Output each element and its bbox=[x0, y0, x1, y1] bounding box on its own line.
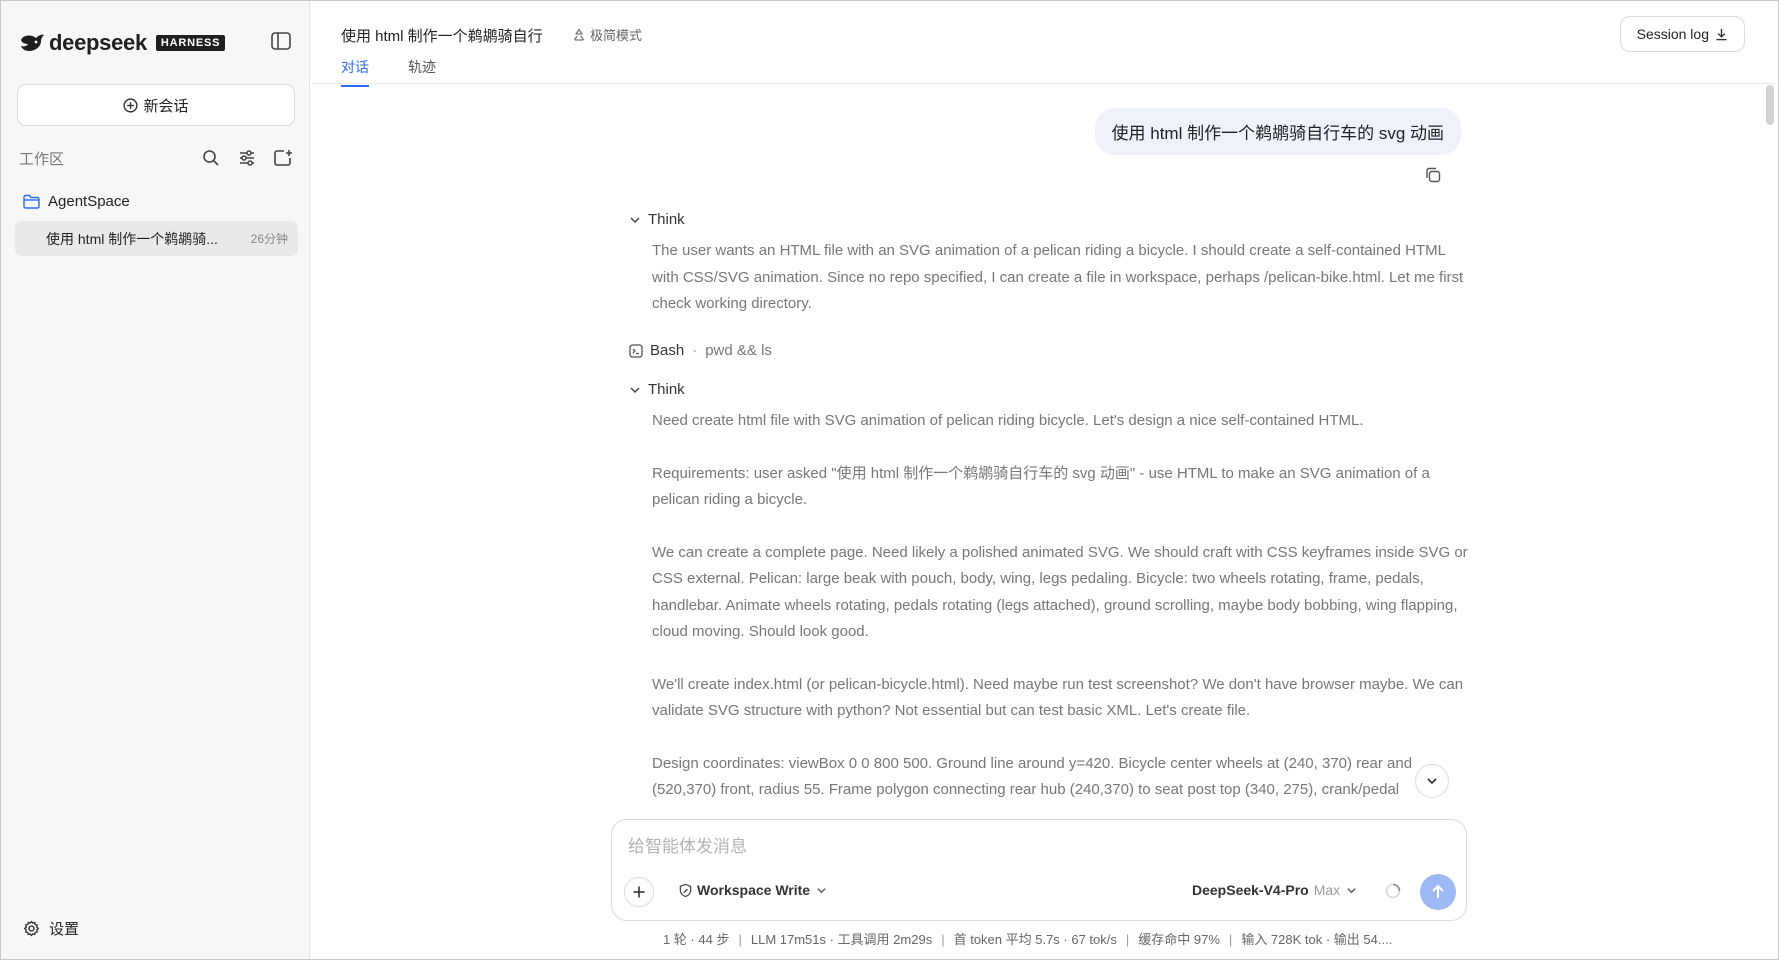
new-chat-button[interactable]: 新会话 bbox=[17, 84, 295, 126]
page-title: 使用 html 制作一个鹈鹕骑自行 bbox=[341, 28, 543, 45]
stat-llm-time: LLM 17m51s · 工具调用 2m29s bbox=[750, 932, 933, 947]
separator: | bbox=[941, 932, 945, 947]
top-header: 使用 html 制作一个鹈鹕骑自行 极简模式 对话 轨迹 Session log bbox=[311, 1, 1777, 87]
stat-cache-hit: 缓存命中 97% bbox=[1138, 932, 1220, 947]
attach-button[interactable] bbox=[624, 877, 654, 907]
session-item[interactable]: 使用 html 制作一个鹈鹕骑... 26分钟 bbox=[15, 221, 298, 256]
think-label: Think bbox=[648, 211, 685, 228]
download-icon bbox=[1716, 28, 1727, 40]
chevron-down-icon bbox=[1427, 778, 1437, 785]
workspace-folder-agentspace[interactable]: AgentSpace bbox=[23, 189, 130, 213]
model-select[interactable]: DeepSeek-V4-Pro Max bbox=[1192, 882, 1357, 898]
session-time: 26分钟 bbox=[250, 232, 288, 246]
chevron-down-icon bbox=[630, 216, 640, 223]
settings-label: 设置 bbox=[49, 920, 80, 938]
think-paragraph: Need create html file with SVG animation… bbox=[652, 412, 1364, 429]
session-stats: 1 轮 · 44 步 | LLM 17m51s · 工具调用 2m29s | 首 tok… bbox=[663, 929, 1392, 948]
user-message: 使用 html 制作一个鹈鹕骑自行车的 svg 动画 bbox=[1094, 108, 1461, 155]
think-toggle[interactable]: Think bbox=[629, 211, 685, 228]
copy-icon[interactable] bbox=[1424, 166, 1442, 189]
plus-icon bbox=[633, 886, 645, 898]
plus-circle-icon bbox=[123, 97, 139, 113]
separator: | bbox=[738, 932, 742, 947]
shield-edit-icon bbox=[679, 883, 692, 897]
conversation-pane: 使用 html 制作一个鹈鹕骑自行车的 svg 动画 Think The use… bbox=[311, 85, 1763, 819]
permission-select[interactable]: Workspace Write bbox=[678, 882, 827, 898]
brand-name: deepseek bbox=[49, 30, 147, 55]
recycle-icon bbox=[573, 28, 585, 41]
chevron-down-icon bbox=[817, 887, 826, 893]
session-log-label: Session log bbox=[1636, 26, 1709, 42]
message-input[interactable] bbox=[628, 834, 1448, 860]
session-title: 使用 html 制作一个鹈鹕骑... bbox=[46, 230, 218, 247]
stat-tokens: 输入 728K tok · 输出 54.... bbox=[1241, 932, 1393, 947]
tab-conversation[interactable]: 对话 bbox=[341, 57, 369, 87]
folder-label: AgentSpace bbox=[48, 192, 130, 210]
settings-button[interactable]: 设置 bbox=[23, 917, 79, 939]
think-paragraph: Requirements: user asked "使用 html 制作一个鹈鹕… bbox=[652, 464, 1430, 509]
think-content: Need create html file with SVG animation… bbox=[652, 408, 1472, 819]
think-paragraph: Design coordinates: viewBox 0 0 800 500.… bbox=[652, 754, 1413, 799]
gear-icon bbox=[23, 920, 40, 936]
separator: | bbox=[1125, 932, 1130, 947]
new-folder-icon[interactable] bbox=[272, 147, 294, 169]
stat-first-token: 首 token 平均 5.7s · 67 tok/s bbox=[953, 932, 1117, 947]
think-toggle[interactable]: Think bbox=[629, 381, 685, 398]
filter-sliders-icon[interactable] bbox=[236, 147, 258, 169]
brand-logo: deepseek HARNESS bbox=[19, 29, 226, 57]
message-composer: Workspace Write DeepSeek-V4-Pro Max bbox=[611, 819, 1467, 921]
workspace-header: 工作区 bbox=[19, 147, 294, 169]
think-paragraph: We can create a complete page. Need like… bbox=[652, 543, 1468, 641]
mode-label: 极简模式 bbox=[590, 28, 643, 43]
folder-icon bbox=[23, 194, 40, 209]
loading-spinner-icon bbox=[1384, 882, 1402, 905]
think-content: The user wants an HTML file with an SVG … bbox=[652, 238, 1472, 344]
terminal-icon bbox=[629, 343, 643, 358]
sidebar-toggle-icon[interactable] bbox=[271, 32, 293, 52]
session-log-button[interactable]: Session log bbox=[1619, 16, 1745, 52]
new-chat-label: 新会话 bbox=[143, 97, 189, 115]
stat-turns: 1 轮 · 44 步 bbox=[663, 932, 730, 947]
sidebar: deepseek HARNESS 新会话 工作区 AgentSpace 使用 h… bbox=[1, 1, 310, 959]
whale-logo-icon bbox=[21, 34, 44, 51]
scrollbar-thumb[interactable] bbox=[1766, 85, 1774, 125]
think-label: Think bbox=[648, 381, 685, 398]
separator: | bbox=[1228, 932, 1233, 947]
tool-name: Bash bbox=[650, 342, 685, 359]
arrow-up-icon bbox=[1432, 884, 1444, 898]
scroll-to-bottom-button[interactable] bbox=[1415, 764, 1449, 798]
tool-command: pwd && ls bbox=[705, 342, 772, 359]
chevron-down-icon bbox=[1347, 887, 1356, 893]
think-paragraph: The user wants an HTML file with an SVG … bbox=[652, 242, 1464, 312]
model-effort: Max bbox=[1313, 882, 1341, 898]
model-name: DeepSeek-V4-Pro bbox=[1192, 882, 1309, 898]
permission-label: Workspace Write bbox=[697, 882, 811, 898]
app-window: deepseek HARNESS 新会话 工作区 AgentSpace 使用 h… bbox=[0, 0, 1779, 960]
separator: · bbox=[692, 342, 698, 359]
chevron-down-icon bbox=[630, 386, 640, 393]
workspace-label: 工作区 bbox=[19, 150, 65, 168]
send-button[interactable] bbox=[1420, 874, 1456, 910]
minimal-mode-toggle[interactable]: 极简模式 bbox=[572, 25, 642, 44]
think-paragraph: We'll create index.html (or pelican-bicy… bbox=[652, 675, 1464, 720]
search-icon[interactable] bbox=[200, 147, 222, 169]
brand-badge: HARNESS bbox=[155, 35, 226, 51]
tool-call-bash[interactable]: Bash · pwd && ls bbox=[629, 342, 772, 359]
tab-trajectory[interactable]: 轨迹 bbox=[408, 57, 436, 85]
